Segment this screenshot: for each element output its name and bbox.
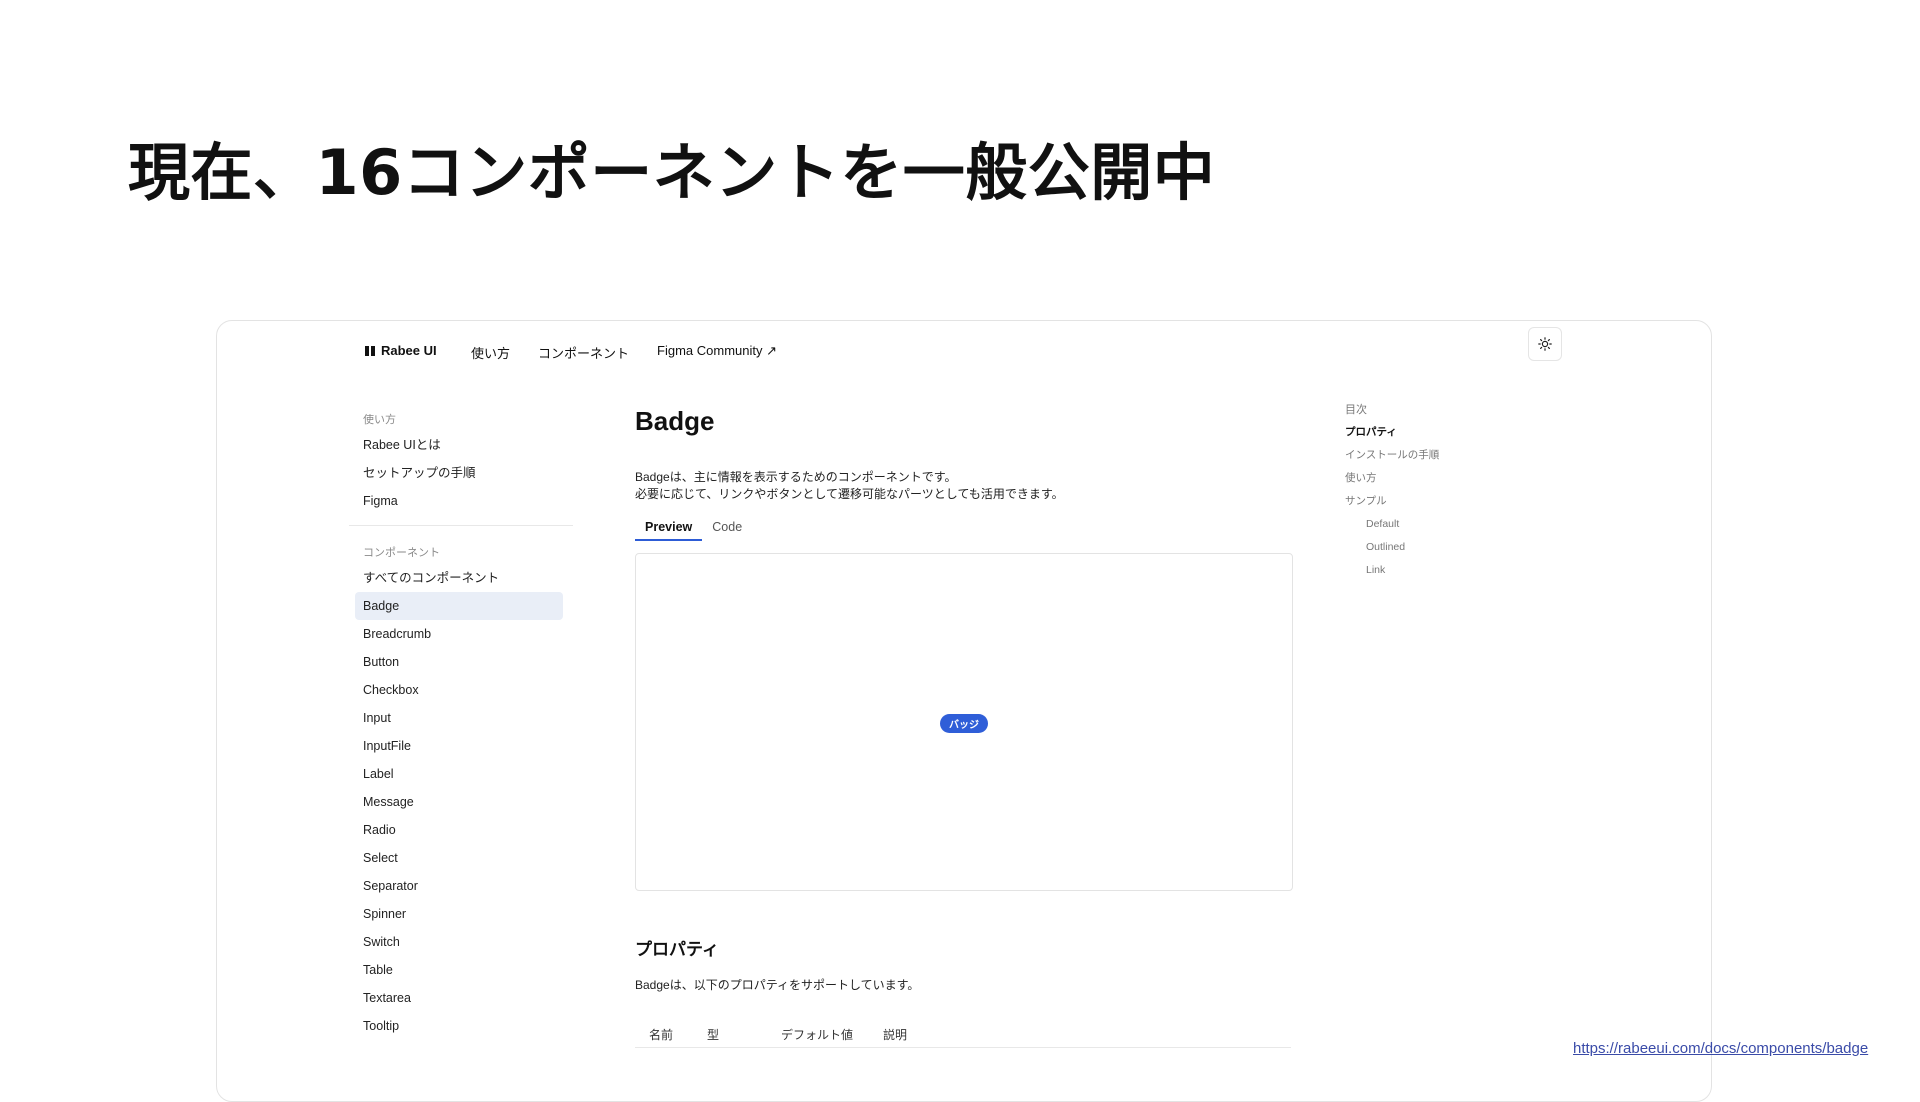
logo-icon <box>365 345 375 356</box>
theme-toggle-button[interactable] <box>1528 327 1562 361</box>
column-default: デフォルト値 <box>781 1028 854 1042</box>
toc-title: 目次 <box>1345 404 1367 416</box>
sidebar-item-select[interactable]: Select <box>355 844 563 872</box>
sidebar-item-checkbox[interactable]: Checkbox <box>355 676 563 704</box>
sidebar-item-label[interactable]: Label <box>355 760 563 788</box>
browser-frame: Rabee UI 使い方 コンポーネント Figma Community ↗ 使… <box>216 320 1712 1102</box>
sidebar-item-table[interactable]: Table <box>355 956 563 984</box>
preview-panel: バッジ <box>635 553 1293 891</box>
sidebar-item-about[interactable]: Rabee UIとは <box>355 431 563 459</box>
sidebar-item-switch[interactable]: Switch <box>355 928 563 956</box>
nav-link-components[interactable]: コンポーネント <box>538 343 629 362</box>
table-of-contents: 目次 プロパティ インストールの手順 使い方 サンプル Default Outl… <box>1345 401 1505 582</box>
sidebar-item-input[interactable]: Input <box>355 704 563 732</box>
page-title: Badge <box>635 406 715 436</box>
brand-logo[interactable]: Rabee UI <box>365 343 437 358</box>
sidebar-item-radio[interactable]: Radio <box>355 816 563 844</box>
nav-link-usage[interactable]: 使い方 <box>471 343 510 362</box>
sidebar-item-figma[interactable]: Figma <box>355 487 563 515</box>
toc-item-properties[interactable]: プロパティ <box>1345 421 1505 444</box>
sidebar-item-inputfile[interactable]: InputFile <box>355 732 563 760</box>
toc-item-outlined[interactable]: Outlined <box>1345 536 1505 559</box>
top-nav: Rabee UI 使い方 コンポーネント Figma Community ↗ <box>217 321 1711 381</box>
toc-item-link[interactable]: Link <box>1345 559 1505 582</box>
sidebar-item-separator[interactable]: Separator <box>355 872 563 900</box>
description-line-2: 必要に応じて、リンクやボタンとして遷移可能なパーツとしても活用できます。 <box>635 487 1064 501</box>
sample-badge: バッジ <box>940 714 988 733</box>
tab-code[interactable]: Code <box>702 515 752 539</box>
toc-item-default[interactable]: Default <box>1345 513 1505 536</box>
preview-tabs: Preview Code <box>635 515 1295 541</box>
nav-link-figma-community[interactable]: Figma Community ↗ <box>657 343 777 362</box>
sidebar-divider <box>349 525 573 526</box>
sidebar-item-textarea[interactable]: Textarea <box>355 984 563 1012</box>
properties-table-header: 名前 型 デフォルト値 説明 <box>635 1023 1291 1048</box>
toc-item-install[interactable]: インストールの手順 <box>1345 444 1505 467</box>
sidebar-item-message[interactable]: Message <box>355 788 563 816</box>
sidebar-section-usage: 使い方 <box>363 414 396 426</box>
column-description: 説明 <box>883 1028 908 1042</box>
toc-item-usage[interactable]: 使い方 <box>1345 467 1505 490</box>
tab-preview[interactable]: Preview <box>635 515 703 541</box>
nav-links: 使い方 コンポーネント Figma Community ↗ <box>471 343 777 362</box>
description-line-1: Badgeは、主に情報を表示するためのコンポーネントです。 <box>635 470 957 484</box>
toc-item-samples[interactable]: サンプル <box>1345 490 1505 513</box>
source-url-link[interactable]: https://rabeeui.com/docs/components/badg… <box>1573 1040 1868 1057</box>
sidebar-item-all-components[interactable]: すべてのコンポーネント <box>355 564 563 592</box>
sidebar-item-spinner[interactable]: Spinner <box>355 900 563 928</box>
brand-name: Rabee UI <box>381 343 437 358</box>
sun-icon <box>1538 337 1552 351</box>
properties-heading: プロパティ <box>635 940 719 959</box>
sidebar-section-components: コンポーネント <box>363 547 440 559</box>
sidebar-item-badge[interactable]: Badge <box>355 592 563 620</box>
slide-title: 現在、16コンポーネントを一般公開中 <box>128 136 1216 209</box>
main-content: Badge Badgeは、主に情報を表示するためのコンポーネントです。 必要に応… <box>635 401 1295 1048</box>
column-type: 型 <box>707 1028 720 1042</box>
sidebar-item-setup[interactable]: セットアップの手順 <box>355 459 563 487</box>
page-description: Badgeは、主に情報を表示するためのコンポーネントです。 必要に応じて、リンク… <box>635 469 1295 503</box>
properties-description: Badgeは、以下のプロパティをサポートしています。 <box>635 978 920 992</box>
sidebar-item-button[interactable]: Button <box>355 648 563 676</box>
column-name: 名前 <box>649 1028 674 1042</box>
sidebar-item-tooltip[interactable]: Tooltip <box>355 1012 563 1040</box>
sidebar: 使い方 Rabee UIとは セットアップの手順 Figma コンポーネント す… <box>349 409 575 1040</box>
sidebar-item-breadcrumb[interactable]: Breadcrumb <box>355 620 563 648</box>
